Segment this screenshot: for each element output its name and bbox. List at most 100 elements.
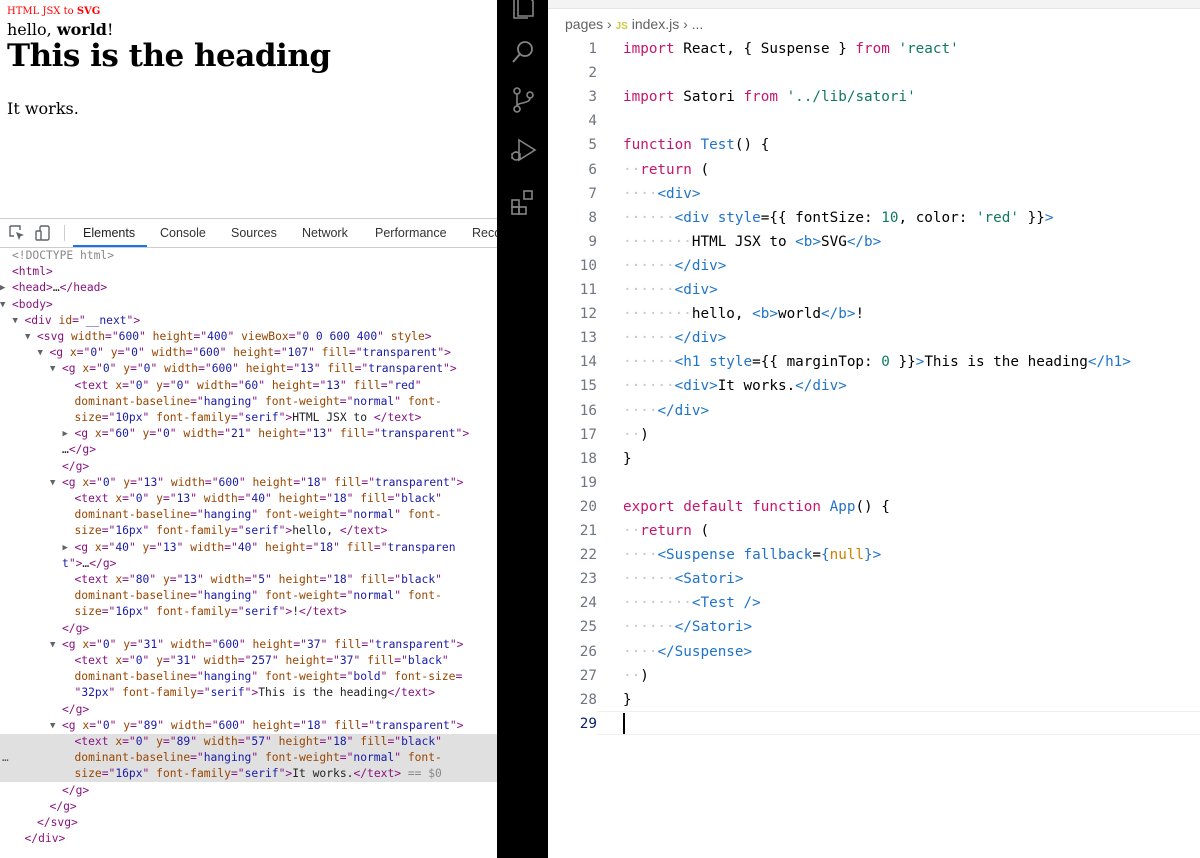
dom-node-markup: "32px" font-family="serif">This is the h… <box>74 686 436 700</box>
expanded-triangle-icon[interactable]: ▼ <box>50 718 55 734</box>
dom-node-line[interactable]: </div> <box>0 831 497 847</box>
dom-node-line[interactable]: t">…</g> <box>0 556 497 572</box>
collapsed-triangle-icon[interactable]: ▶ <box>63 540 68 556</box>
dom-node-line[interactable]: "32px" font-family="serif">This is the h… <box>0 685 497 701</box>
code-line: 19 <box>548 471 1200 495</box>
dom-node-line[interactable]: dominant-baseline="hanging" font-weight=… <box>0 588 497 604</box>
expanded-triangle-icon[interactable]: ▼ <box>25 329 30 345</box>
line-number: 4 <box>588 113 597 130</box>
dom-node-line[interactable]: ▼ <g x="0" y="13" width="600" height="18"… <box>0 475 497 491</box>
dom-node-line[interactable]: ▼ <g x="0" y="89" width="600" height="18"… <box>0 718 497 734</box>
code-line: 2 <box>548 61 1200 85</box>
toolbar-separator <box>64 225 65 241</box>
code-line: 24 ········<Test /> <box>548 591 1200 615</box>
rendered-page: HTML JSX to SVG hello, world! This is th… <box>0 0 497 218</box>
dom-node-line[interactable]: <text x="0" y="13" width="40" height="18… <box>0 491 497 507</box>
files-icon[interactable] <box>509 0 537 20</box>
collapsed-triangle-icon[interactable]: ▶ <box>0 280 5 296</box>
expanded-triangle-icon[interactable]: ▼ <box>50 475 55 491</box>
code-line: 7 ····<div> <box>548 182 1200 206</box>
code-text: ········HTML JSX to <b>SVG</b> <box>623 233 882 250</box>
dom-node-line[interactable]: ▶ <g x="40" y="13" width="40" height="18"… <box>0 540 497 556</box>
dom-node-line[interactable]: ▶ <head>…</head> <box>0 280 497 296</box>
dom-node-line[interactable]: size="16px" font-family="serif">It works… <box>0 766 497 783</box>
dom-node-line[interactable]: <text x="80" y="13" width="5" height="18… <box>0 572 497 588</box>
dom-node-line[interactable]: dominant-baseline="hanging" font-weight=… <box>0 507 497 523</box>
tab-console[interactable]: Console <box>160 219 206 247</box>
dom-node-line[interactable]: ▼ <body> <box>0 297 497 313</box>
dom-node-line[interactable]: ▼ <svg width="600" height="400" viewBox="… <box>0 329 497 345</box>
dom-node-line[interactable]: size="16px" font-family="serif">hello, <… <box>0 523 497 539</box>
dom-node-line[interactable]: ▼ <div id="__next"> <box>0 313 497 329</box>
source-control-icon[interactable] <box>509 86 537 114</box>
dom-node-line[interactable]: </g> <box>0 783 497 799</box>
dom-node-line[interactable]: </g> <box>0 702 497 718</box>
dom-node-line[interactable]: </g> <box>0 621 497 637</box>
dom-node-markup: <g x="0" y="13" width="600" height="18" … <box>62 475 464 489</box>
dom-node-line[interactable]: ▶ <g x="60" y="0" width="21" height="13" … <box>0 426 497 442</box>
dom-node-line[interactable]: ▼ <g x="0" y="0" width="600" height="107"… <box>0 345 497 361</box>
devtools-panel: Elements Console Sources Network Perform… <box>0 218 497 858</box>
search-icon[interactable] <box>509 38 537 66</box>
tab-recorder[interactable]: Reco <box>472 219 497 247</box>
expanded-triangle-icon[interactable]: ▼ <box>50 361 55 377</box>
dom-node-line[interactable]: dominant-baseline="hanging" font-weight=… <box>0 669 497 685</box>
code-line: 29 <box>548 712 1200 736</box>
code-line: 9 ········HTML JSX to <b>SVG</b> <box>548 230 1200 254</box>
code-text: ··) <box>623 426 649 443</box>
breadcrumb-more[interactable]: ... <box>692 16 704 32</box>
breadcrumb-file[interactable]: index.js <box>632 16 679 32</box>
dom-node-line[interactable]: dominant-baseline="hanging" font-weight=… <box>0 394 497 410</box>
dom-node-line[interactable]: size="16px" font-family="serif">!</text> <box>0 604 497 620</box>
code-text: ······<div>It works.</div> <box>623 378 847 395</box>
extensions-icon[interactable] <box>509 188 537 216</box>
dom-node-markup: <html> <box>12 265 53 279</box>
activity-bar <box>497 0 548 858</box>
tab-elements[interactable]: Elements <box>83 219 135 247</box>
dom-node-line[interactable]: </g> <box>0 459 497 475</box>
code-text: ······</div> <box>623 330 727 347</box>
red-text: HTML JSX to <box>7 6 77 17</box>
dom-node-line[interactable]: <html> <box>0 264 497 280</box>
code-text: } <box>623 450 632 467</box>
dom-node-line[interactable]: …</g> <box>0 442 497 458</box>
code-line: 12 ········hello, <b>world</b>! <box>548 302 1200 326</box>
dom-node-line[interactable]: size="10px" font-family="serif">HTML JSX… <box>0 410 497 426</box>
breadcrumb-folder[interactable]: pages <box>565 16 603 32</box>
inspect-element-icon[interactable] <box>8 224 26 242</box>
dom-node-line[interactable]: </svg> <box>0 815 497 831</box>
code-text: ··return ( <box>623 161 710 178</box>
dom-node-line[interactable]: <text x="0" y="89" width="57" height="18… <box>0 734 497 750</box>
red-text-line: HTML JSX to SVG <box>7 6 100 17</box>
dom-node-markup: </g> <box>62 621 90 635</box>
expanded-triangle-icon[interactable]: ▼ <box>0 297 5 313</box>
code-text: ······<div> <box>623 282 718 298</box>
dom-node-line[interactable]: ▼ <g x="0" y="31" width="600" height="37"… <box>0 637 497 653</box>
line-number: 3 <box>588 89 597 106</box>
device-toolbar-icon[interactable] <box>34 224 52 242</box>
dom-node-line[interactable]: dominant-baseline="hanging" font-weight=… <box>0 750 497 767</box>
code-text: ····</div> <box>623 402 710 419</box>
dom-node-line[interactable]: <!DOCTYPE html> <box>0 248 497 264</box>
dom-node-markup: size="16px" font-family="serif">!</text> <box>74 605 347 619</box>
expanded-triangle-icon[interactable]: ▼ <box>50 637 55 653</box>
dom-node-line[interactable]: <text x="0" y="31" width="257" height="3… <box>0 653 497 669</box>
expanded-triangle-icon[interactable]: ▼ <box>13 313 18 329</box>
line-number: 15 <box>579 378 597 395</box>
dom-node-line[interactable]: </g> <box>0 799 497 815</box>
tab-network[interactable]: Network <box>302 219 348 247</box>
tab-sources[interactable]: Sources <box>231 219 277 247</box>
line-number: 19 <box>579 474 597 491</box>
dom-node-markup: <g x="40" y="13" width="40" height="18" … <box>74 540 456 554</box>
dom-node-line[interactable]: ▼ <g x="0" y="0" width="600" height="13" … <box>0 361 497 377</box>
tab-performance[interactable]: Performance <box>375 219 447 247</box>
code-text: ····<div> <box>623 185 701 202</box>
line-number: 12 <box>579 306 597 323</box>
more-actions-icon[interactable]: … <box>2 750 9 766</box>
expanded-triangle-icon[interactable]: ▼ <box>38 345 43 361</box>
code-line: 4 <box>548 109 1200 133</box>
collapsed-triangle-icon[interactable]: ▶ <box>63 426 68 442</box>
dom-node-line[interactable]: <text x="0" y="0" width="60" height="13"… <box>0 378 497 394</box>
run-debug-icon[interactable] <box>509 136 537 164</box>
dom-node-markup: </g> <box>62 702 90 716</box>
